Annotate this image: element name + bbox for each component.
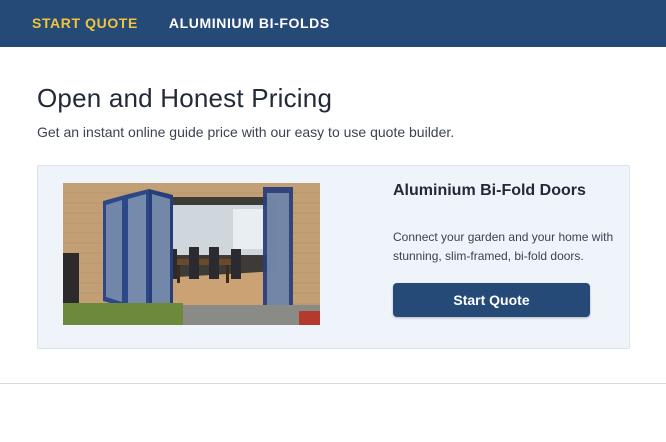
product-card: Aluminium Bi-Fold Doors Connect your gar… bbox=[37, 165, 630, 349]
nav-start-quote[interactable]: START QUOTE bbox=[32, 0, 138, 47]
pricing-panel: Open and Honest Pricing Get an instant o… bbox=[0, 47, 666, 384]
top-nav: START QUOTE ALUMINIUM BI-FOLDS bbox=[0, 0, 666, 47]
nav-aluminium-bifolds[interactable]: ALUMINIUM BI-FOLDS bbox=[169, 0, 330, 47]
bifold-doors-photo bbox=[63, 183, 320, 325]
card-title: Aluminium Bi-Fold Doors bbox=[393, 182, 586, 199]
page-title: Open and Honest Pricing bbox=[37, 83, 333, 113]
page-subtitle: Get an instant online guide price with o… bbox=[37, 124, 455, 140]
start-quote-button[interactable]: Start Quote bbox=[393, 283, 590, 317]
card-description: Connect your garden and your home with s… bbox=[393, 230, 614, 263]
